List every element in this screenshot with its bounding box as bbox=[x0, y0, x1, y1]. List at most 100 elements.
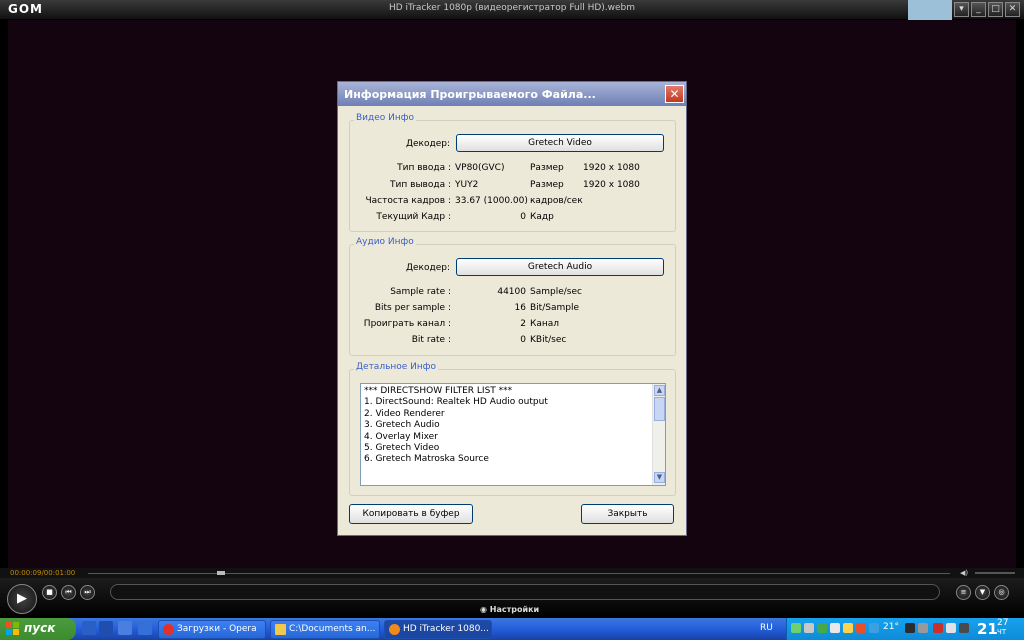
framerate-unit: кадров/сек bbox=[530, 196, 583, 206]
bitrate-unit: KBit/sec bbox=[530, 335, 567, 345]
task-opera[interactable]: Загрузки - Opera bbox=[158, 620, 266, 639]
quicklaunch-icon[interactable] bbox=[138, 621, 152, 635]
task-label: Загрузки - Opera bbox=[177, 624, 257, 634]
tray-icon[interactable] bbox=[804, 623, 814, 633]
list-item: 2. Video Renderer bbox=[364, 408, 445, 419]
window-title: HD iTracker 1080p (видеорегистратор Full… bbox=[388, 3, 636, 13]
output-size-value: 1920 x 1080 bbox=[583, 180, 640, 190]
detail-info-group: Детальное Инфо *** DIRECTSHOW FILTER LIS… bbox=[349, 362, 676, 496]
player-controls: ▶ ■ ⏮ ⏭ ◉ Настройки ≡ ▼ ◎ bbox=[0, 578, 1024, 618]
time-display: 00:00:09/00:01:00 bbox=[10, 569, 76, 577]
detail-info-label: Детальное Инфо bbox=[354, 362, 438, 372]
settings-label: Настройки bbox=[489, 605, 540, 614]
seek-thumb[interactable] bbox=[217, 571, 225, 575]
tray-icon[interactable] bbox=[959, 623, 969, 633]
quicklaunch-icon[interactable] bbox=[82, 621, 96, 635]
tray-icon[interactable] bbox=[869, 623, 879, 633]
folder-icon bbox=[275, 624, 286, 635]
tray-icon[interactable] bbox=[856, 623, 866, 633]
clock-hour: 21 bbox=[977, 620, 998, 638]
language-indicator[interactable]: RU bbox=[760, 623, 773, 633]
minimize-icon[interactable]: _ bbox=[971, 2, 986, 17]
scroll-thumb[interactable] bbox=[654, 397, 665, 421]
output-size-label: Размер bbox=[530, 180, 564, 190]
channel-label: Проиграть канал : bbox=[363, 319, 451, 329]
list-item: 4. Overlay Mixer bbox=[364, 431, 438, 442]
video-info-group: Видео Инфо Декодер: Gretech Video Тип вв… bbox=[349, 113, 676, 232]
list-item: 5. Gretech Video bbox=[364, 443, 440, 454]
channel-value: 2 bbox=[520, 319, 526, 329]
bits-unit: Bit/Sample bbox=[530, 303, 579, 313]
taskbar: пуск Загрузки - Opera C:\Documents an...… bbox=[0, 618, 1024, 640]
input-size-value: 1920 x 1080 bbox=[583, 163, 640, 173]
input-size-label: Размер bbox=[530, 163, 564, 173]
playlist-icon[interactable]: ≡ bbox=[956, 585, 971, 600]
tray-icon[interactable] bbox=[830, 623, 840, 633]
list-item: 1. DirectSound: Realtek HD Audio output bbox=[364, 397, 548, 408]
list-item: 3. Gretech Audio bbox=[364, 420, 440, 431]
dialog-close-icon[interactable]: ✕ bbox=[665, 85, 684, 103]
list-item: 6. Gretech Matroska Source bbox=[364, 454, 489, 465]
close-button[interactable]: Закрыть bbox=[581, 504, 674, 524]
tray-icon[interactable] bbox=[918, 623, 928, 633]
title-bar-highlight bbox=[908, 0, 952, 20]
system-tray: 21° 21 27 ЧТ bbox=[786, 618, 1024, 640]
video-decoder-button[interactable]: Gretech Video bbox=[456, 134, 664, 152]
framerate-value: 33.67 (1000.00) bbox=[455, 196, 528, 206]
tray-icon[interactable] bbox=[933, 623, 943, 633]
tray-icon[interactable] bbox=[843, 623, 853, 633]
current-frame-label: Текущий Кадр : bbox=[376, 212, 451, 222]
gom-icon bbox=[389, 624, 400, 635]
next-icon[interactable]: ⏭ bbox=[80, 585, 95, 600]
task-label: C:\Documents an... bbox=[289, 624, 376, 634]
copy-to-clipboard-button[interactable]: Копировать в буфер bbox=[349, 504, 473, 524]
browser-icon[interactable]: ◎ bbox=[994, 585, 1009, 600]
video-info-label: Видео Инфо bbox=[354, 113, 416, 123]
list-item: *** DIRECTSHOW FILTER LIST *** bbox=[364, 386, 513, 396]
weather-temperature[interactable]: 21° bbox=[883, 622, 899, 632]
scroll-down-icon[interactable]: ▼ bbox=[654, 472, 665, 483]
audio-info-label: Аудио Инфо bbox=[354, 237, 416, 247]
settings-button[interactable]: ◉ Настройки bbox=[480, 605, 539, 614]
clock-day: ЧТ bbox=[997, 628, 1007, 636]
video-decoder-label: Декодер: bbox=[405, 139, 450, 149]
filter-list[interactable]: *** DIRECTSHOW FILTER LIST *** 1. Direct… bbox=[360, 383, 666, 486]
close-icon[interactable]: ✕ bbox=[1005, 2, 1020, 17]
tray-icon[interactable] bbox=[905, 623, 915, 633]
quicklaunch-icon[interactable] bbox=[118, 621, 132, 635]
play-icon[interactable]: ▶ bbox=[7, 584, 37, 614]
clock[interactable]: 21 27 ЧТ bbox=[977, 618, 1008, 638]
maximize-icon[interactable]: □ bbox=[988, 2, 1003, 17]
clock-minute: 27 bbox=[997, 618, 1009, 628]
list-scrollbar[interactable]: ▲ ▼ bbox=[652, 384, 665, 485]
output-type-value: YUY2 bbox=[455, 180, 479, 190]
bits-label: Bits per sample : bbox=[374, 303, 451, 313]
tray-icon[interactable] bbox=[946, 623, 956, 633]
volume-slider[interactable] bbox=[975, 572, 1015, 574]
player-title-bar: GOM HD iTracker 1080p (видеорегистратор … bbox=[0, 0, 1024, 20]
scroll-up-icon[interactable]: ▲ bbox=[654, 385, 665, 396]
tray-icon[interactable] bbox=[791, 623, 801, 633]
control-panel-icon[interactable]: ▼ bbox=[975, 585, 990, 600]
file-info-dialog: Информация Проигрываемого Файла... ✕ Вид… bbox=[337, 81, 687, 536]
window-controls: ▾ _ □ ✕ bbox=[954, 2, 1020, 17]
volume-icon[interactable]: ◀) bbox=[960, 569, 968, 577]
task-explorer[interactable]: C:\Documents an... bbox=[270, 620, 380, 639]
dialog-title: Информация Проигрываемого Файла... bbox=[338, 82, 686, 106]
current-frame-value: 0 bbox=[520, 212, 526, 222]
previous-icon[interactable]: ⏮ bbox=[61, 585, 76, 600]
start-button[interactable]: пуск bbox=[0, 618, 76, 640]
show-desktop-icon[interactable] bbox=[99, 621, 113, 635]
opera-icon bbox=[163, 624, 174, 635]
bitrate-label: Bit rate : bbox=[411, 335, 451, 345]
skin-menu-icon[interactable]: ▾ bbox=[954, 2, 969, 17]
task-label: HD iTracker 1080... bbox=[403, 624, 489, 634]
framerate-label: Частоста кадров : bbox=[365, 196, 451, 206]
tray-icon[interactable] bbox=[817, 623, 827, 633]
sample-rate-label: Sample rate : bbox=[390, 287, 451, 297]
task-gom-player[interactable]: HD iTracker 1080... bbox=[384, 620, 492, 639]
stop-icon[interactable]: ■ bbox=[42, 585, 57, 600]
audio-decoder-button[interactable]: Gretech Audio bbox=[456, 258, 664, 276]
playlist-bar[interactable] bbox=[110, 584, 940, 600]
audio-info-group: Аудио Инфо Декодер: Gretech Audio Sample… bbox=[349, 237, 676, 356]
